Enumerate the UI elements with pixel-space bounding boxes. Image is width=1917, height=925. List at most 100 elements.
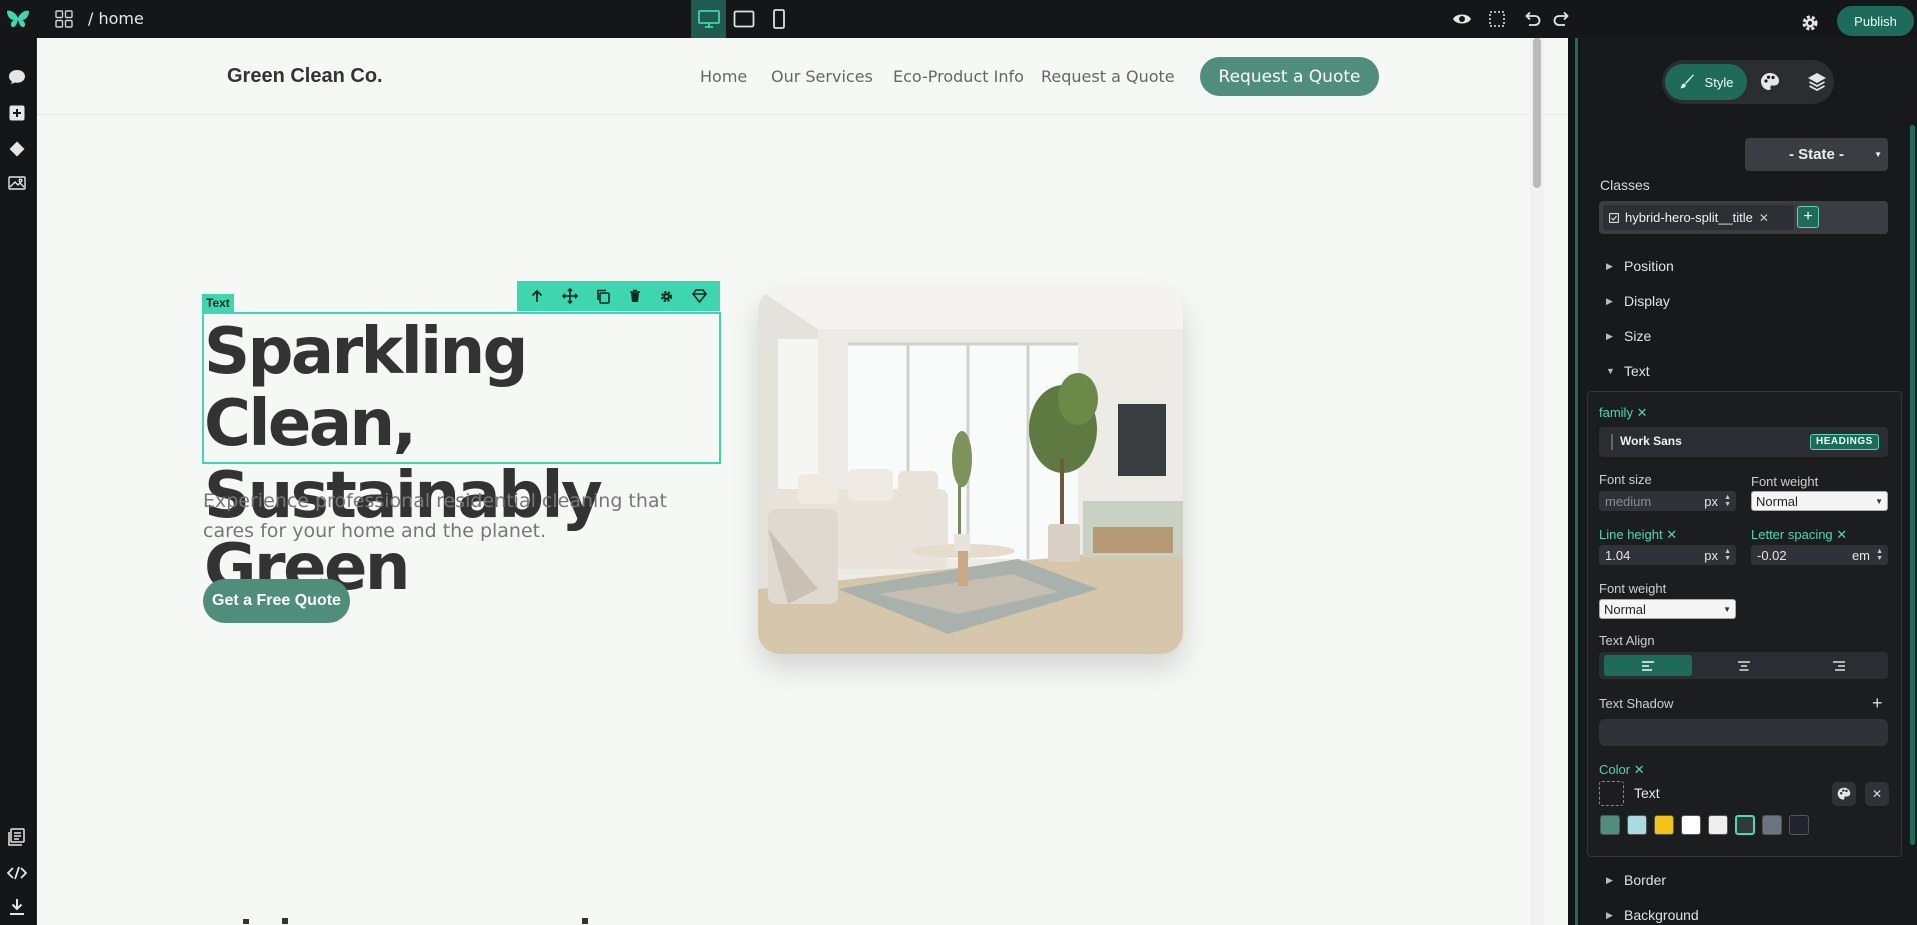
- line-height-input[interactable]: 1.04 px ▲ ▼: [1599, 545, 1736, 565]
- canvas-resize-edge[interactable]: [1575, 38, 1578, 925]
- breadcrumb[interactable]: / home: [88, 0, 144, 38]
- palette-swatch[interactable]: [1762, 815, 1782, 835]
- clear-color-x-icon[interactable]: ✕: [1865, 782, 1889, 806]
- add-text-shadow-plus-icon[interactable]: +: [1872, 693, 1883, 714]
- select-parent-arrow-up-icon[interactable]: [530, 289, 544, 303]
- align-center-icon: [1738, 660, 1750, 671]
- clear-color-close-icon[interactable]: ✕: [1634, 762, 1645, 777]
- nav-link-eco-product[interactable]: Eco-Product Info: [893, 67, 1024, 86]
- add-class-button[interactable]: +: [1797, 206, 1819, 228]
- desktop-view-button[interactable]: [691, 0, 726, 38]
- clear-letter-spacing-close-icon[interactable]: ✕: [1836, 527, 1847, 542]
- move-drag-icon[interactable]: [562, 288, 579, 304]
- preview-eye-icon[interactable]: [1447, 0, 1477, 38]
- section-size[interactable]: ▶ Size: [1606, 328, 1651, 344]
- section-display-label: Display: [1624, 293, 1670, 309]
- logo-icon[interactable]: [4, 0, 32, 38]
- settings-gear-icon[interactable]: [1795, 4, 1825, 42]
- text-shadow-list[interactable]: [1599, 719, 1888, 746]
- components-diamond-icon[interactable]: [0, 134, 34, 164]
- letter-spacing-stepper-icon[interactable]: ▲ ▼: [1876, 548, 1883, 562]
- align-right-button[interactable]: [1795, 655, 1883, 676]
- palette-swatch[interactable]: [1654, 815, 1674, 835]
- mobile-view-button[interactable]: [761, 0, 796, 38]
- outline-toggle-icon[interactable]: [1482, 0, 1512, 38]
- color-picker-palette-icon[interactable]: [1832, 782, 1856, 806]
- palette-swatch[interactable]: [1627, 815, 1647, 835]
- panel-scrollbar[interactable]: [1910, 125, 1915, 845]
- clear-line-height-close-icon[interactable]: ✕: [1666, 527, 1677, 542]
- pages-list-icon[interactable]: [0, 822, 34, 852]
- media-image-icon[interactable]: [0, 168, 34, 198]
- code-icon[interactable]: [0, 858, 34, 888]
- state-select[interactable]: - State - ▼: [1745, 138, 1888, 171]
- letter-spacing-label: Letter spacing ✕: [1751, 527, 1847, 543]
- redo-icon[interactable]: [1547, 0, 1577, 38]
- element-settings-gear-icon[interactable]: [659, 289, 674, 304]
- palette-swatch[interactable]: [1735, 815, 1755, 835]
- font-size-stepper-icon[interactable]: ▲ ▼: [1724, 494, 1731, 508]
- class-chip-label: hybrid-hero-split__title: [1625, 210, 1753, 225]
- section-text[interactable]: ▼ Text: [1606, 363, 1650, 379]
- clear-family-close-icon[interactable]: ✕: [1637, 405, 1648, 420]
- palette-swatch[interactable]: [1681, 815, 1701, 835]
- section-border[interactable]: ▶ Border: [1606, 872, 1666, 888]
- font-weight-secondary-label: Font weight: [1599, 581, 1667, 596]
- font-size-label: Font size: [1599, 472, 1652, 487]
- color-swatch[interactable]: [1599, 781, 1624, 806]
- line-height-label: Line height ✕: [1599, 527, 1677, 543]
- style-tab[interactable]: Style: [1665, 64, 1747, 100]
- section-background[interactable]: ▶ Background: [1606, 907, 1699, 923]
- section-position[interactable]: ▶ Position: [1606, 258, 1674, 274]
- canvas-scrollbar[interactable]: [1530, 38, 1544, 925]
- align-center-button[interactable]: [1700, 655, 1788, 676]
- class-chip[interactable]: hybrid-hero-split__title ✕: [1603, 205, 1794, 230]
- section-display[interactable]: ▶ Display: [1606, 293, 1670, 309]
- delete-trash-icon[interactable]: [629, 289, 641, 303]
- next-section-heading-fragment: [243, 918, 588, 924]
- save-component-gem-icon[interactable]: [691, 289, 707, 303]
- add-block-icon[interactable]: [0, 98, 34, 128]
- color-value[interactable]: Text: [1634, 785, 1660, 801]
- pages-grid-icon[interactable]: [51, 0, 77, 38]
- hero-subtitle[interactable]: Experience professional residential clea…: [203, 486, 723, 546]
- text-shadow-label: Text Shadow: [1599, 696, 1674, 711]
- left-toolbar: [0, 38, 34, 925]
- font-weight-secondary-select[interactable]: Normal ▼: [1599, 599, 1736, 619]
- nav-link-services[interactable]: Our Services: [771, 67, 873, 86]
- comments-icon[interactable]: [0, 62, 34, 92]
- nav-cta-button[interactable]: Request a Quote: [1200, 57, 1379, 96]
- undo-icon[interactable]: [1517, 0, 1547, 38]
- design-canvas[interactable]: Green Clean Co. Home Our Services Eco-Pr…: [36, 38, 1568, 925]
- collapsed-caret-icon: ▶: [1606, 260, 1613, 271]
- duplicate-copy-icon[interactable]: [596, 289, 611, 304]
- align-left-button[interactable]: [1604, 655, 1692, 676]
- font-size-input[interactable]: medium px ▲ ▼: [1599, 491, 1736, 511]
- nav-link-home[interactable]: Home: [700, 67, 747, 86]
- canvas-scrollbar-thumb[interactable]: [1533, 38, 1541, 188]
- state-chevron-down-icon: ▼: [1874, 150, 1882, 159]
- download-icon[interactable]: [0, 892, 34, 922]
- letter-spacing-unit[interactable]: em: [1852, 548, 1870, 563]
- letter-spacing-value: -0.02: [1757, 547, 1787, 563]
- font-size-unit[interactable]: px: [1704, 494, 1718, 509]
- palette-swatch[interactable]: [1600, 815, 1620, 835]
- line-height-unit[interactable]: px: [1704, 548, 1718, 563]
- hero-image-living-room[interactable]: [758, 289, 1183, 654]
- remove-class-close-icon[interactable]: ✕: [1759, 211, 1769, 225]
- palette-swatch[interactable]: [1708, 815, 1728, 835]
- font-weight-select[interactable]: Normal ▼: [1751, 491, 1888, 511]
- collapsed-caret-icon: ▶: [1606, 874, 1613, 885]
- selection-type-tag: Text: [202, 294, 234, 312]
- palette-swatch[interactable]: [1789, 815, 1809, 835]
- theme-palette-icon[interactable]: [1760, 72, 1780, 92]
- top-bar: / home Publish: [0, 0, 1917, 38]
- nav-link-request-quote[interactable]: Request a Quote: [1041, 67, 1175, 86]
- layers-icon[interactable]: [1807, 72, 1827, 92]
- site-brand[interactable]: Green Clean Co.: [227, 65, 383, 88]
- hero-cta-button[interactable]: Get a Free Quote: [203, 579, 350, 623]
- letter-spacing-input[interactable]: -0.02 em ▲ ▼: [1751, 545, 1888, 565]
- tablet-view-button[interactable]: [726, 0, 761, 38]
- line-height-stepper-icon[interactable]: ▲ ▼: [1724, 548, 1731, 562]
- publish-button[interactable]: Publish: [1837, 6, 1914, 36]
